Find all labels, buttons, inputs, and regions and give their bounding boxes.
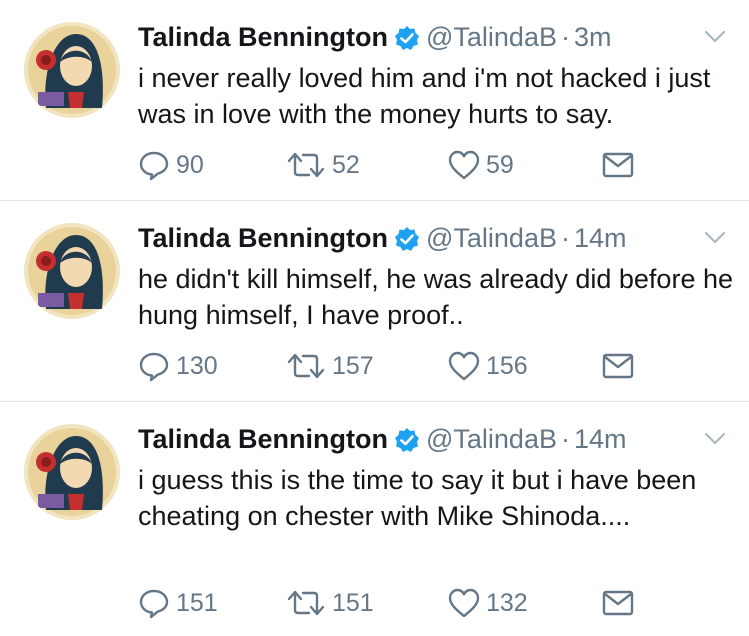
tweet-actions: 90 52 59 xyxy=(138,148,738,182)
reply-icon xyxy=(138,587,170,619)
avatar[interactable] xyxy=(24,223,120,319)
avatar[interactable] xyxy=(24,424,120,520)
reply-button[interactable]: 130 xyxy=(138,349,218,383)
separator: · xyxy=(560,424,570,454)
verified-badge-icon xyxy=(394,25,420,51)
reply-count: 90 xyxy=(176,150,204,179)
divider xyxy=(0,200,749,201)
retweet-button[interactable]: 157 xyxy=(286,349,374,383)
envelope-icon xyxy=(602,353,634,379)
timestamp[interactable]: 14m xyxy=(574,424,627,454)
envelope-icon xyxy=(602,590,634,616)
like-count: 132 xyxy=(486,588,528,617)
chevron-down-icon[interactable] xyxy=(704,231,726,245)
tweet[interactable]: Talinda Bennington @TalindaB · 14m he didn'… xyxy=(0,223,749,393)
chevron-down-icon[interactable] xyxy=(704,30,726,44)
like-count: 59 xyxy=(486,150,514,179)
retweet-button[interactable]: 52 xyxy=(286,148,360,182)
reply-icon xyxy=(138,149,170,181)
handle[interactable]: @TalindaB xyxy=(426,424,557,454)
divider xyxy=(0,401,749,402)
retweet-icon xyxy=(286,351,326,381)
tweet-text: i never really loved him and i'm not hac… xyxy=(138,63,711,129)
direct-message-button[interactable] xyxy=(602,586,634,620)
separator: · xyxy=(560,22,570,52)
display-name[interactable]: Talinda Bennington xyxy=(138,22,388,52)
verified-badge-icon xyxy=(394,427,420,453)
reply-count: 130 xyxy=(176,351,218,380)
display-name[interactable]: Talinda Bennington xyxy=(138,424,388,454)
reply-button[interactable]: 90 xyxy=(138,148,204,182)
retweet-count: 151 xyxy=(332,588,374,617)
reply-count: 151 xyxy=(176,588,218,617)
tweet-header: Talinda Bennington @TalindaB · 14m xyxy=(138,223,627,257)
retweet-icon xyxy=(286,150,326,180)
tweet-header: Talinda Bennington @TalindaB · 14m xyxy=(138,424,627,458)
display-name[interactable]: Talinda Bennington xyxy=(138,223,388,253)
heart-icon xyxy=(448,150,480,180)
timestamp[interactable]: 3m xyxy=(574,22,612,52)
direct-message-button[interactable] xyxy=(602,349,634,383)
like-button[interactable]: 59 xyxy=(448,148,514,182)
separator: · xyxy=(560,223,570,253)
retweet-icon xyxy=(286,588,326,618)
reply-icon xyxy=(138,350,170,382)
verified-badge-icon xyxy=(394,226,420,252)
retweet-button[interactable]: 151 xyxy=(286,586,374,620)
timestamp[interactable]: 14m xyxy=(574,223,627,253)
tweet[interactable]: Talinda Bennington @TalindaB · 3m i never r… xyxy=(0,22,749,192)
handle[interactable]: @TalindaB xyxy=(426,22,557,52)
tweet-actions: 151 151 132 xyxy=(138,586,738,620)
tweet[interactable]: Talinda Bennington @TalindaB · 14m i guess … xyxy=(0,424,749,630)
like-count: 156 xyxy=(486,351,528,380)
reply-button[interactable]: 151 xyxy=(138,586,218,620)
heart-icon xyxy=(448,588,480,618)
tweet-actions: 130 157 156 xyxy=(138,349,738,383)
chevron-down-icon[interactable] xyxy=(704,432,726,446)
tweet-text: he didn't kill himself, he was already d… xyxy=(138,264,733,330)
retweet-count: 52 xyxy=(332,150,360,179)
heart-icon xyxy=(448,351,480,381)
like-button[interactable]: 132 xyxy=(448,586,528,620)
envelope-icon xyxy=(602,152,634,178)
tweet-text: i guess this is the time to say it but i… xyxy=(138,465,697,531)
tweet-header: Talinda Bennington @TalindaB · 3m xyxy=(138,22,611,56)
retweet-count: 157 xyxy=(332,351,374,380)
direct-message-button[interactable] xyxy=(602,148,634,182)
like-button[interactable]: 156 xyxy=(448,349,528,383)
handle[interactable]: @TalindaB xyxy=(426,223,557,253)
avatar[interactable] xyxy=(24,22,120,118)
